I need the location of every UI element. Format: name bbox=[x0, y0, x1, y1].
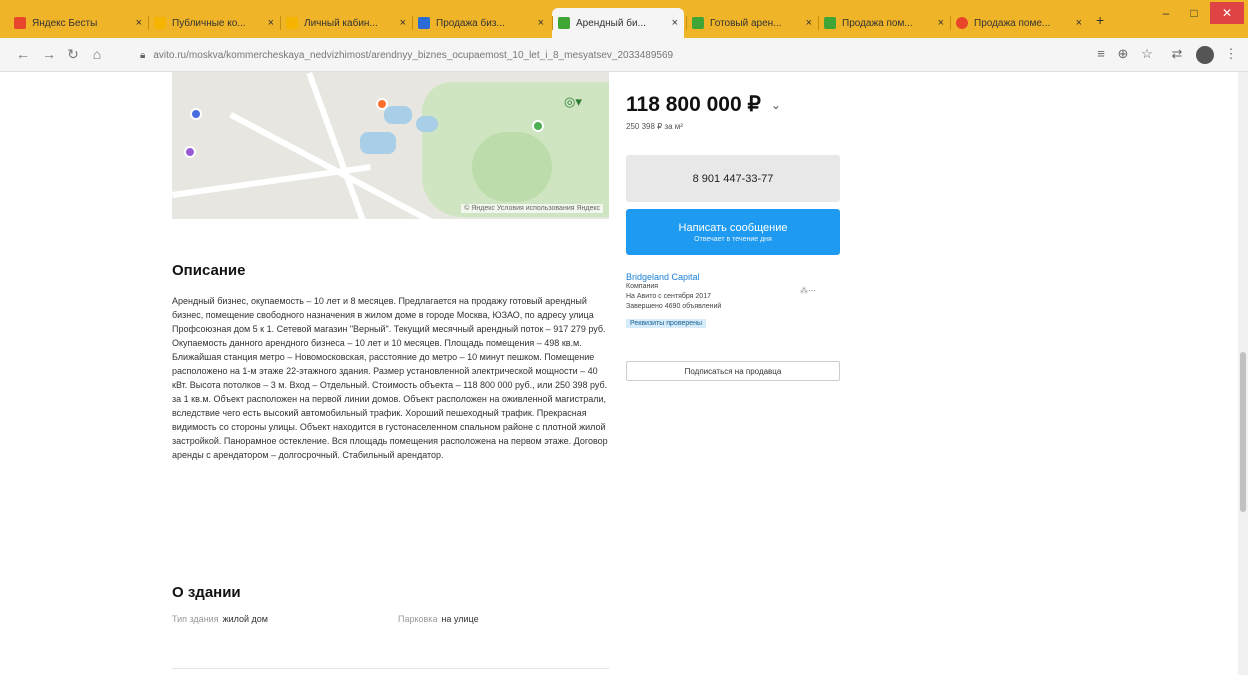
building-type-value: жилой дом bbox=[222, 614, 268, 624]
browser-tab[interactable]: Продажа пом... × bbox=[818, 8, 950, 38]
map-copyright[interactable]: © Яндекс Условия использования Яндекс bbox=[461, 204, 603, 213]
map-pond bbox=[416, 116, 438, 132]
metro-pin-icon[interactable] bbox=[190, 108, 202, 120]
map-road bbox=[306, 72, 367, 219]
tab-label: Готовый арен... bbox=[710, 17, 782, 29]
browser-tab-active[interactable]: Арендный би... × bbox=[552, 8, 684, 38]
map-pond bbox=[384, 106, 412, 124]
map-layers-icon[interactable]: ◎▾ bbox=[564, 94, 582, 110]
section-divider bbox=[172, 668, 609, 669]
tab-favicon-icon bbox=[418, 17, 430, 29]
menu-kebab-icon[interactable]: ⋮ bbox=[1222, 46, 1240, 62]
poi-pin-icon[interactable] bbox=[184, 146, 196, 158]
tab-label: Личный кабин... bbox=[304, 17, 378, 29]
price: 118 800 000 ₽ ⌄ bbox=[626, 92, 781, 117]
description-heading: Описание bbox=[172, 262, 246, 279]
verified-badge: Реквизиты проверены bbox=[626, 319, 707, 328]
url-text: avito.ru/moskva/kommercheskaya_nedvizhim… bbox=[153, 49, 674, 61]
browser-tab[interactable]: Яндекс Бесты × bbox=[8, 8, 148, 38]
close-window-button[interactable]: ✕ bbox=[1210, 2, 1244, 24]
reply-time-label: Отвечает в течение дня bbox=[694, 235, 772, 243]
browser-tab[interactable]: Личный кабин... × bbox=[280, 8, 412, 38]
tab-favicon-icon bbox=[154, 17, 166, 29]
browser-tab-strip: Яндекс Бесты × Публичные ко... × Личный … bbox=[0, 0, 1248, 38]
parking-label: Парковка bbox=[398, 614, 438, 624]
building-type-row: Тип здания жилой дом bbox=[172, 614, 268, 624]
seller-logo-icon[interactable]: ⁂⋯ bbox=[800, 286, 836, 304]
show-phone-button[interactable]: 8 901 447-33-77 bbox=[626, 155, 840, 202]
minimize-window-button[interactable]: – bbox=[1152, 2, 1180, 24]
translate-icon[interactable]: ≡ bbox=[1092, 46, 1110, 61]
address-bar[interactable]: 🔒︎ avito.ru/moskva/kommercheskaya_nedviz… bbox=[140, 44, 1040, 66]
back-icon[interactable]: ← bbox=[14, 46, 32, 62]
building-heading: О здании bbox=[172, 584, 241, 601]
price-value: 118 800 000 ₽ bbox=[626, 93, 761, 116]
listing-page: ◎▾ © Яндекс Условия использования Яндекс… bbox=[0, 72, 1238, 675]
tab-label: Продажа пом... bbox=[842, 17, 913, 29]
tab-favicon-icon bbox=[14, 17, 26, 29]
tab-favicon-icon bbox=[956, 17, 968, 29]
tab-close-icon[interactable]: × bbox=[672, 17, 678, 29]
map-pond bbox=[360, 132, 396, 154]
seller-card: Bridgeland Capital Компания На Авито с с… bbox=[626, 272, 840, 330]
write-message-button[interactable]: Написать сообщение Отвечает в течение дн… bbox=[626, 209, 840, 255]
lock-icon: 🔒︎ bbox=[140, 49, 146, 61]
write-message-label: Написать сообщение bbox=[678, 221, 788, 234]
tab-close-icon[interactable]: × bbox=[268, 17, 274, 29]
tab-favicon-icon bbox=[824, 17, 836, 29]
profile-avatar-icon[interactable] bbox=[1196, 46, 1214, 64]
parking-row: Парковка на улице bbox=[398, 614, 479, 624]
tab-label: Яндекс Бесты bbox=[32, 17, 98, 29]
tab-close-icon[interactable]: × bbox=[538, 17, 544, 29]
tab-close-icon[interactable]: × bbox=[938, 17, 944, 29]
tab-label: Продажа поме... bbox=[974, 17, 1051, 29]
zoom-icon[interactable]: ⊕ bbox=[1114, 46, 1132, 62]
currency-chevron-icon[interactable]: ⌄ bbox=[771, 98, 781, 112]
price-per-sqm: 250 398 ₽ за м² bbox=[626, 122, 683, 131]
browser-tab[interactable]: Публичные ко... × bbox=[148, 8, 280, 38]
seller-name-link[interactable]: Bridgeland Capital bbox=[626, 272, 840, 282]
tab-close-icon[interactable]: × bbox=[1076, 17, 1082, 29]
browser-tab[interactable]: Продажа биз... × bbox=[412, 8, 550, 38]
tab-close-icon[interactable]: × bbox=[136, 17, 142, 29]
tab-close-icon[interactable]: × bbox=[806, 17, 812, 29]
browser-tab[interactable]: Готовый арен... × bbox=[686, 8, 818, 38]
location-map[interactable]: ◎▾ © Яндекс Условия использования Яндекс bbox=[172, 72, 609, 219]
extensions-icon[interactable]: ⇄ bbox=[1168, 46, 1186, 62]
building-type-label: Тип здания bbox=[172, 614, 219, 624]
tab-close-icon[interactable]: × bbox=[400, 17, 406, 29]
description-text: Арендный бизнес, окупаемость – 10 лет и … bbox=[172, 296, 608, 460]
tab-favicon-icon bbox=[286, 17, 298, 29]
browser-toolbar: ← → ↻ ⌂ 🔒︎ avito.ru/moskva/kommercheskay… bbox=[0, 38, 1248, 72]
new-tab-button[interactable]: + bbox=[1096, 12, 1104, 28]
tab-label: Продажа биз... bbox=[436, 17, 505, 29]
map-park-area bbox=[472, 132, 552, 202]
scrollbar-thumb[interactable] bbox=[1240, 352, 1246, 512]
subscribe-seller-button[interactable]: Подписаться на продавца bbox=[626, 361, 840, 381]
tab-label: Публичные ко... bbox=[172, 17, 246, 29]
parking-value: на улице bbox=[441, 614, 479, 624]
park-pin-icon[interactable] bbox=[532, 120, 544, 132]
tab-label: Арендный би... bbox=[576, 17, 646, 29]
home-icon[interactable]: ⌂ bbox=[88, 46, 106, 62]
forward-icon[interactable]: → bbox=[40, 46, 58, 62]
browser-tab[interactable]: Продажа поме... × bbox=[950, 8, 1088, 38]
tab-favicon-icon bbox=[692, 17, 704, 29]
object-pin-icon[interactable] bbox=[376, 98, 388, 110]
bookmark-star-icon[interactable]: ☆ bbox=[1138, 46, 1156, 62]
maximize-window-button[interactable]: □ bbox=[1180, 2, 1208, 24]
tab-favicon-icon bbox=[558, 17, 570, 29]
reload-icon[interactable]: ↻ bbox=[64, 46, 82, 63]
